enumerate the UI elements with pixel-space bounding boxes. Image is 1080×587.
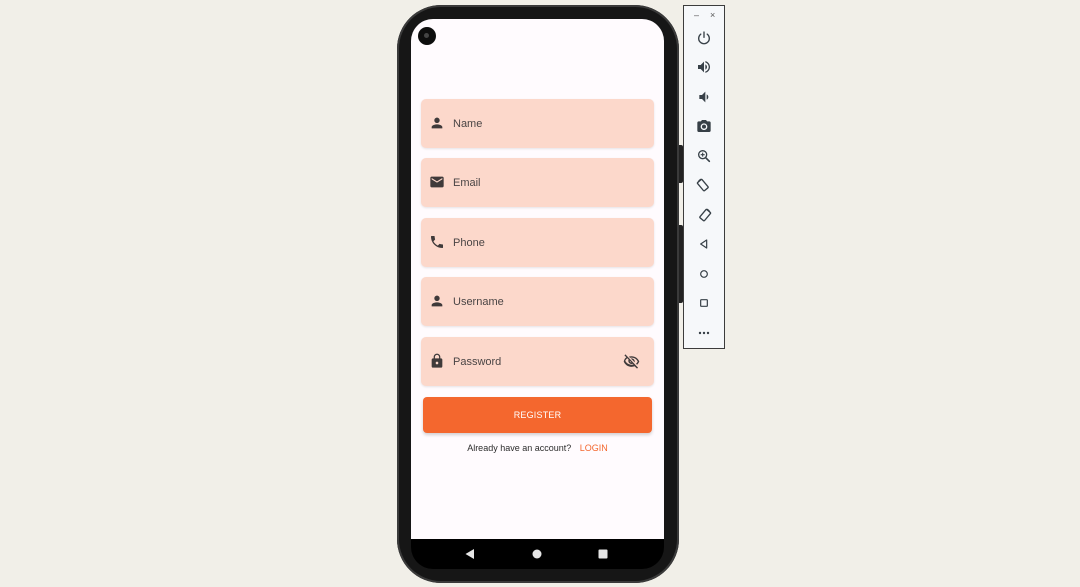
phone-input[interactable] (453, 218, 623, 267)
login-prompt-row: Already have an account? LOGIN (411, 443, 664, 453)
window-controls: – × (684, 10, 726, 22)
register-button[interactable]: REGISTER (423, 397, 652, 433)
volume-down-icon[interactable] (696, 89, 712, 105)
username-input[interactable] (453, 277, 623, 326)
minimize-button[interactable]: – (694, 10, 699, 20)
login-link[interactable]: LOGIN (580, 443, 608, 453)
recents-icon[interactable] (597, 548, 609, 560)
home-icon[interactable] (696, 266, 712, 282)
system-nav-bar (411, 539, 664, 569)
rotate-left-icon[interactable] (696, 177, 712, 193)
close-button[interactable]: × (710, 10, 715, 20)
email-input[interactable] (453, 158, 623, 207)
mail-icon (429, 174, 445, 190)
name-input[interactable] (453, 99, 623, 148)
phone-icon (429, 234, 445, 250)
more-icon[interactable] (696, 325, 712, 341)
volume-up-icon[interactable] (696, 59, 712, 75)
phone-field[interactable] (421, 218, 654, 267)
zoom-icon[interactable] (696, 148, 712, 164)
rotate-right-icon[interactable] (696, 207, 712, 223)
password-input[interactable] (453, 337, 623, 386)
lock-icon (429, 353, 445, 369)
back-icon[interactable] (464, 548, 476, 560)
username-field[interactable] (421, 277, 654, 326)
overview-icon[interactable] (696, 295, 712, 311)
password-field[interactable] (421, 337, 654, 386)
power-icon[interactable] (696, 30, 712, 46)
home-icon[interactable] (531, 548, 543, 560)
front-camera (418, 27, 436, 45)
person-icon (429, 115, 445, 131)
app-screen: REGISTER Already have an account? LOGIN (411, 19, 664, 539)
camera-icon[interactable] (696, 118, 712, 134)
emulator-toolbar: – × (683, 5, 725, 349)
login-prompt-text: Already have an account? (467, 443, 572, 453)
name-field[interactable] (421, 99, 654, 148)
back-icon[interactable] (696, 236, 712, 252)
email-field[interactable] (421, 158, 654, 207)
person-icon (429, 293, 445, 309)
visibility-off-icon[interactable] (623, 353, 640, 370)
